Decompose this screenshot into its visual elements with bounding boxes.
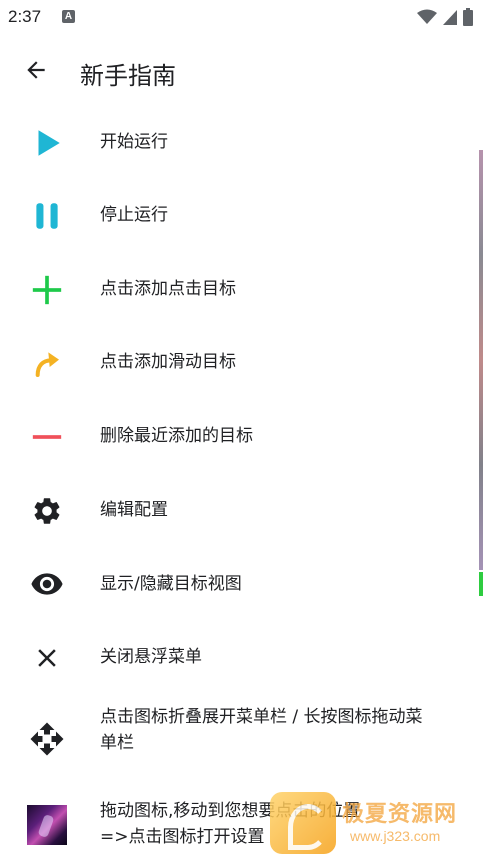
- move-icon: [26, 718, 68, 760]
- guide-item-label: 关闭悬浮菜单: [100, 647, 202, 667]
- minus-icon: [26, 416, 68, 458]
- guide-item-label-line2: =>点击图标打开设置: [100, 827, 265, 847]
- battery-icon: [463, 8, 473, 26]
- notification-icon: A: [62, 10, 75, 23]
- eye-icon: [26, 563, 68, 605]
- guide-item-toggle-view: 显示/隐藏目标视图: [0, 547, 483, 620]
- app-thumbnail-icon: [26, 804, 68, 846]
- wifi-icon: [417, 9, 437, 24]
- guide-item-label: 编辑配置: [100, 500, 168, 520]
- guide-item-label: 删除最近添加的目标: [100, 426, 253, 446]
- status-icons: [417, 8, 473, 26]
- app-bar: 新手指南: [0, 34, 483, 106]
- guide-item-label: 显示/隐藏目标视图: [100, 574, 242, 594]
- guide-item-stop: 停止运行: [0, 179, 483, 252]
- guide-item-add-swipe: 点击添加滑动目标: [0, 326, 483, 399]
- guide-item-delete: 删除最近添加的目标: [0, 400, 483, 473]
- pause-icon: [26, 195, 68, 237]
- status-time: 2:37: [8, 7, 42, 26]
- edge-strip: [479, 150, 483, 570]
- guide-item-move-menu: 点击图标折叠展开菜单栏 / 长按图标拖动菜 单栏: [0, 694, 483, 782]
- guide-item-drag-icon: 拖动图标,移动到您想要点击的位置 =>点击图标打开设置: [0, 794, 483, 858]
- play-icon: [26, 122, 68, 164]
- page-title: 新手指南: [80, 62, 176, 90]
- signal-icon: [443, 10, 457, 25]
- plus-icon: [26, 269, 68, 311]
- guide-item-add-click: 点击添加点击目标: [0, 253, 483, 326]
- guide-item-label-line2: 单栏: [100, 733, 134, 753]
- close-icon: [26, 637, 68, 679]
- guide-item-label-line1: 拖动图标,移动到您想要点击的位置: [100, 801, 361, 821]
- guide-item-close-menu: 关闭悬浮菜单: [0, 620, 483, 693]
- guide-item-label: 停止运行: [100, 205, 168, 225]
- guide-item-label: 点击添加点击目标: [100, 279, 236, 299]
- edge-indicator: [479, 572, 483, 596]
- back-button[interactable]: [16, 50, 56, 90]
- status-bar: 2:37 A: [0, 0, 483, 34]
- guide-item-label: 点击添加滑动目标: [100, 352, 236, 372]
- guide-item-label-line1: 点击图标折叠展开菜单栏 / 长按图标拖动菜: [100, 707, 423, 727]
- arrow-left-icon: [27, 61, 45, 79]
- swipe-arrow-icon: [26, 342, 68, 384]
- guide-item-start: 开始运行: [0, 106, 483, 179]
- gear-icon: [26, 490, 68, 532]
- guide-item-label: 开始运行: [100, 132, 168, 152]
- guide-item-edit-config: 编辑配置: [0, 473, 483, 546]
